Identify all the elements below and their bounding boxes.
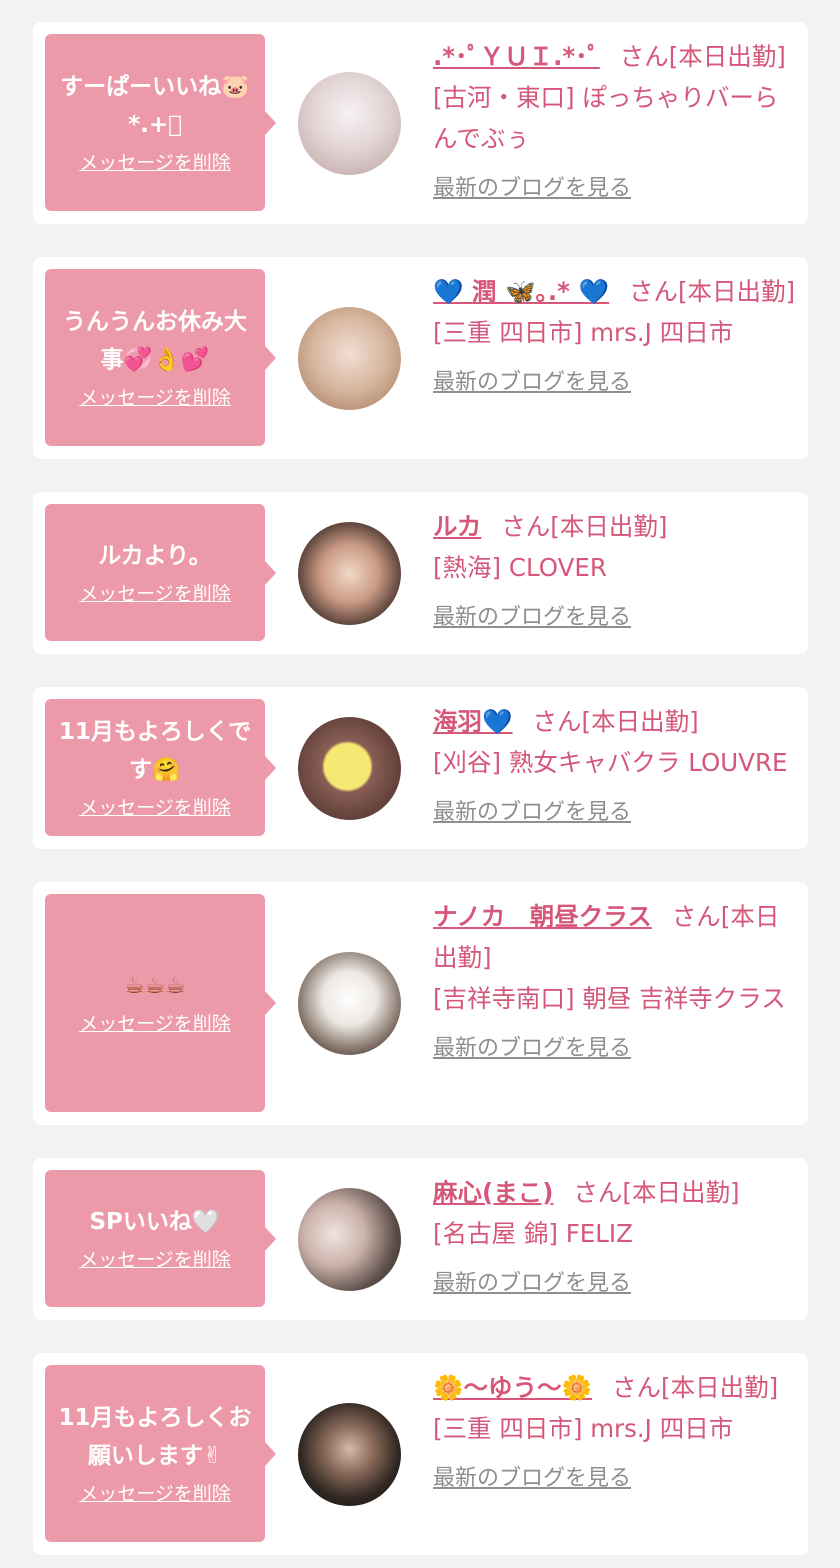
shop-name: [吉祥寺南口] 朝昼 吉祥寺クラス [433, 984, 786, 1013]
message-bubble: ルカより。 メッセージを削除 [45, 504, 276, 641]
profile-info: 海羽💙 さん[本日出勤] [刈谷] 熟女キャバクラ LOUVRE 最新のブログを見… [433, 701, 796, 831]
profile-info: ナノカ 朝昼クラス さん[本日出勤] [吉祥寺南口] 朝昼 吉祥寺クラス 最新のブ… [433, 896, 796, 1067]
latest-blog-link[interactable]: 最新のブログを見る [433, 600, 796, 636]
cast-name-link[interactable]: 海羽💙 [433, 707, 513, 736]
message-bubble: 11月もよろしくです🤗 メッセージを削除 [45, 699, 276, 836]
message-bubble: ☕☕☕ メッセージを削除 [45, 894, 276, 1112]
message-card: SPいいね🤍 メッセージを削除 麻心(まこ) さん[本日出勤] [名古屋 錦] F… [33, 1158, 808, 1320]
status-text: さん[本日出勤] [628, 277, 796, 306]
profile-info: 麻心(まこ) さん[本日出勤] [名古屋 錦] FELIZ 最新のブログを見る [433, 1172, 796, 1302]
latest-blog-link[interactable]: 最新のブログを見る [433, 365, 796, 401]
profile-info: 🌼〜ゆう〜🌼 さん[本日出勤] [三重 四日市] mrs.J 四日市 最新のブログ… [433, 1367, 796, 1497]
shop-name: [古河・東口] ぽっちゃりバーらんでぶぅ [433, 83, 779, 153]
message-text: うんうんお休み大事💞👌💕 [63, 308, 247, 373]
avatar[interactable] [298, 1403, 401, 1506]
message-text: ルカより。 [98, 542, 212, 569]
status-text: さん[本日出勤] [619, 42, 786, 71]
delete-message-link[interactable]: メッセージを削除 [79, 579, 231, 609]
latest-blog-link[interactable]: 最新のブログを見る [433, 1461, 796, 1497]
message-bubble: 11月もよろしくお願いします✌ メッセージを削除 [45, 1365, 276, 1542]
latest-blog-link[interactable]: 最新のブログを見る [433, 1266, 796, 1302]
delete-message-link[interactable]: メッセージを削除 [79, 1009, 231, 1039]
avatar[interactable] [298, 307, 401, 410]
message-bubble: うんうんお休み大事💞👌💕 メッセージを削除 [45, 269, 276, 446]
delete-message-link[interactable]: メッセージを削除 [79, 1479, 231, 1509]
profile-info: ルカ さん[本日出勤] [熱海] CLOVER 最新のブログを見る [433, 506, 796, 636]
shop-name: [三重 四日市] mrs.J 四日市 [433, 1414, 734, 1443]
message-text: 11月もよろしくです🤗 [58, 718, 252, 783]
avatar[interactable] [298, 717, 401, 820]
status-text: さん[本日出勤] [532, 707, 699, 736]
message-text: 11月もよろしくお願いします✌ [58, 1404, 252, 1469]
avatar[interactable] [298, 1188, 401, 1291]
delete-message-link[interactable]: メッセージを削除 [79, 793, 231, 823]
status-text: さん[本日出勤] [501, 512, 668, 541]
message-card: うんうんお休み大事💞👌💕 メッセージを削除 💙 潤 🦋｡.* 💙 さん[本日出勤]… [33, 257, 808, 459]
latest-blog-link[interactable]: 最新のブログを見る [433, 1031, 796, 1067]
profile-info: .*･ﾟＹＵＩ.*･ﾟ さん[本日出勤] [古河・東口] ぽっちゃりバーらんでぶぅ… [433, 36, 796, 207]
cast-name-link[interactable]: ナノカ 朝昼クラス [433, 902, 652, 931]
cast-name-link[interactable]: 🌼〜ゆう〜🌼 [433, 1373, 592, 1402]
message-card: 11月もよろしくです🤗 メッセージを削除 海羽💙 さん[本日出勤] [刈谷] 熟女… [33, 687, 808, 849]
cast-name-link[interactable]: 麻心(まこ) [433, 1178, 553, 1207]
latest-blog-link[interactable]: 最新のブログを見る [433, 171, 796, 207]
message-card: ☕☕☕ メッセージを削除 ナノカ 朝昼クラス さん[本日出勤] [吉祥寺南口] 朝… [33, 882, 808, 1125]
shop-name: [熱海] CLOVER [433, 553, 607, 582]
message-card: ルカより。 メッセージを削除 ルカ さん[本日出勤] [熱海] CLOVER 最新… [33, 492, 808, 654]
status-text: さん[本日出勤] [573, 1178, 740, 1207]
cast-name-link[interactable]: 💙 潤 🦋｡.* 💙 [433, 277, 609, 306]
message-card: 11月もよろしくお願いします✌ メッセージを削除 🌼〜ゆう〜🌼 さん[本日出勤] … [33, 1353, 808, 1555]
shop-name: [刈谷] 熟女キャバクラ LOUVRE [433, 748, 788, 777]
message-text: すーぱーいいね🐷 *.+ﾟ [60, 73, 250, 138]
latest-blog-link[interactable]: 最新のブログを見る [433, 795, 796, 831]
profile-info: 💙 潤 🦋｡.* 💙 さん[本日出勤] [三重 四日市] mrs.J 四日市 最新… [433, 271, 796, 401]
message-bubble: すーぱーいいね🐷 *.+ﾟ メッセージを削除 [45, 34, 276, 211]
message-list: すーぱーいいね🐷 *.+ﾟ メッセージを削除 .*･ﾟＹＵＩ.*･ﾟ さん[本日出… [0, 0, 840, 1555]
cast-name-link[interactable]: .*･ﾟＹＵＩ.*･ﾟ [433, 42, 600, 71]
message-text: ☕☕☕ [124, 973, 186, 999]
status-text: さん[本日出勤] [612, 1373, 779, 1402]
delete-message-link[interactable]: メッセージを削除 [79, 383, 231, 413]
avatar[interactable] [298, 952, 401, 1055]
avatar[interactable] [298, 72, 401, 175]
message-card: すーぱーいいね🐷 *.+ﾟ メッセージを削除 .*･ﾟＹＵＩ.*･ﾟ さん[本日出… [33, 22, 808, 224]
delete-message-link[interactable]: メッセージを削除 [79, 148, 231, 178]
shop-name: [名古屋 錦] FELIZ [433, 1219, 633, 1248]
message-bubble: SPいいね🤍 メッセージを削除 [45, 1170, 276, 1307]
delete-message-link[interactable]: メッセージを削除 [79, 1245, 231, 1275]
avatar[interactable] [298, 522, 401, 625]
cast-name-link[interactable]: ルカ [433, 512, 481, 541]
shop-name: [三重 四日市] mrs.J 四日市 [433, 318, 734, 347]
message-text: SPいいね🤍 [89, 1208, 221, 1235]
